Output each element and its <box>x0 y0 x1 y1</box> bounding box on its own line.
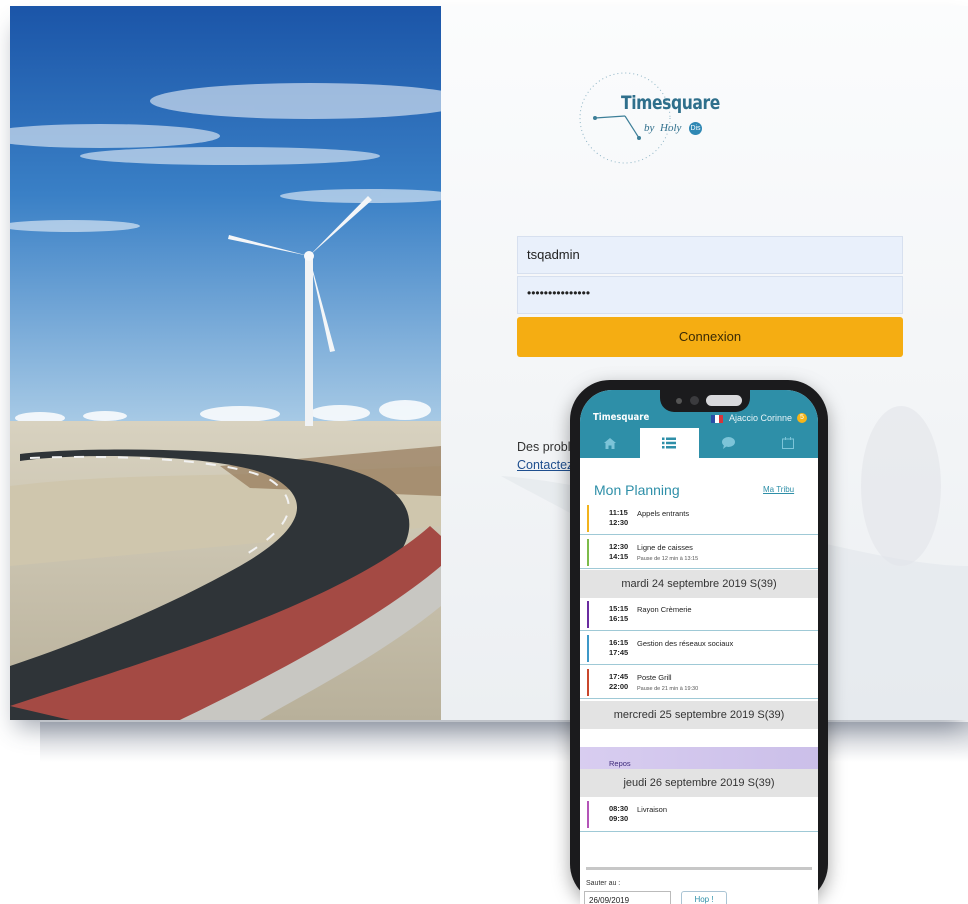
event-end: 09:30 <box>609 814 629 823</box>
screenshot-shadow <box>40 722 968 762</box>
event-color-bar <box>587 635 589 662</box>
logo-badge-icon: Dis <box>689 122 702 135</box>
event-end: 22:00 <box>609 682 629 691</box>
list-item[interactable]: 08:30 09:30 Livraison <box>580 798 818 832</box>
calendar-icon <box>782 437 795 449</box>
phone-screen: Timesquare Ajaccio Corinne 5 Mon Plannin… <box>580 390 818 904</box>
list-item[interactable]: 15:15 16:15 Rayon Crèmerie <box>580 598 818 631</box>
event-label: Rayon Crèmerie <box>637 605 692 614</box>
scroll-divider <box>586 867 812 870</box>
hop-button[interactable]: Hop ! <box>681 891 727 904</box>
planning-header: Mon Planning Ma Tribu <box>580 458 818 502</box>
event-start: 08:30 <box>609 804 629 813</box>
french-flag-icon[interactable] <box>711 415 723 423</box>
phone-notch <box>660 390 750 412</box>
day-spacer <box>580 729 818 747</box>
event-color-bar <box>587 669 589 696</box>
event-label: Gestion des réseaux sociaux <box>637 639 734 648</box>
tab-home[interactable] <box>580 428 640 458</box>
tab-planning[interactable] <box>639 428 699 458</box>
date-input[interactable]: 26/09/2019 <box>584 891 671 904</box>
list-item[interactable]: 16:15 17:45 Gestion des réseaux sociaux <box>580 632 818 665</box>
event-label: Ligne de caisses <box>637 543 693 552</box>
user-name[interactable]: Ajaccio Corinne <box>729 413 792 423</box>
repos-label: Repos <box>609 759 631 768</box>
camera-icon <box>690 396 699 405</box>
day-header: mercredi 25 septembre 2019 S(39) <box>580 701 818 729</box>
event-start: 11:15 <box>609 508 628 517</box>
logo-holy: Holy <box>660 122 682 134</box>
event-break: Pause de 12 min à 13:15 <box>637 556 699 562</box>
event-color-bar <box>587 801 589 828</box>
home-icon <box>603 437 616 449</box>
timesquare-logo <box>579 72 671 164</box>
event-color-bar <box>587 601 589 628</box>
password-input[interactable]: ••••••••••••••• <box>517 276 903 314</box>
event-label: Livraison <box>637 805 668 814</box>
jump-label: Sauter au : <box>586 880 621 887</box>
chat-icon <box>722 437 736 449</box>
event-break: Pause de 21 min à 19:30 <box>637 686 699 692</box>
app-title: Timesquare <box>593 412 650 423</box>
contact-link[interactable]: Contactez- <box>517 458 577 472</box>
tab-messages[interactable] <box>699 428 759 458</box>
event-end: 12:30 <box>609 518 629 527</box>
logo-wordmark: Timesquare <box>621 92 720 114</box>
event-end: 17:45 <box>609 648 629 657</box>
ma-tribu-link[interactable]: Ma Tribu <box>763 485 794 494</box>
connexion-button[interactable]: Connexion <box>517 317 903 357</box>
event-color-bar <box>587 505 589 532</box>
help-text: Des problè <box>517 440 578 454</box>
tab-calendar[interactable] <box>759 428 819 458</box>
day-header: mardi 24 septembre 2019 S(39) <box>580 570 818 598</box>
tab-bar <box>580 428 818 458</box>
event-start: 15:15 <box>609 604 629 613</box>
username-input[interactable]: tsqadmin <box>517 236 903 274</box>
notification-badge[interactable]: 5 <box>797 413 807 423</box>
event-label: Appels entrants <box>637 509 690 518</box>
background-photo <box>10 6 441 720</box>
list-item[interactable]: 17:45 22:00 Poste Grill Pause de 21 min … <box>580 666 818 699</box>
event-end: 16:15 <box>609 614 629 623</box>
page-title: Mon Planning <box>594 482 680 498</box>
speaker-icon <box>706 395 742 406</box>
list-icon <box>662 437 677 449</box>
event-label: Poste Grill <box>637 673 672 682</box>
day-header: jeudi 26 septembre 2019 S(39) <box>580 769 818 797</box>
list-item[interactable]: 11:15 12:30 Appels entrants <box>580 502 818 535</box>
event-start: 12:30 <box>609 542 629 551</box>
sensor-icon <box>676 398 682 404</box>
list-item[interactable]: 12:30 14:15 Ligne de caisses Pause de 12… <box>580 536 818 569</box>
logo-by: by <box>644 122 655 134</box>
event-start: 17:45 <box>609 672 629 681</box>
event-start: 16:15 <box>609 638 629 647</box>
event-color-bar <box>587 539 589 566</box>
event-end: 14:15 <box>609 552 629 561</box>
phone-mockup: Timesquare Ajaccio Corinne 5 Mon Plannin… <box>570 380 828 904</box>
